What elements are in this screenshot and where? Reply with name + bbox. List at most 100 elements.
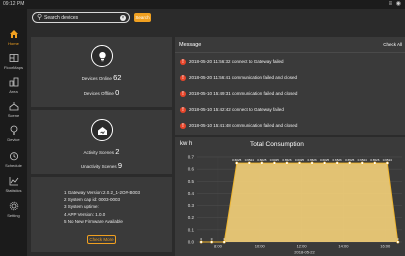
sidebar-item-home[interactable]: Home bbox=[0, 29, 27, 51]
sidebar-item-label: Home bbox=[8, 41, 19, 46]
system-info-line: 4 APP Version: 1.0.0 bbox=[64, 211, 106, 217]
data-label: 0.6526 bbox=[282, 158, 292, 162]
x-tick-label: 12:00 bbox=[297, 244, 308, 249]
data-point bbox=[199, 240, 203, 244]
system-info-line: 3 System uptime: bbox=[64, 204, 99, 210]
data-point bbox=[272, 161, 276, 165]
data-label: 0.6025 bbox=[320, 158, 330, 162]
data-label: 0.6025 bbox=[295, 158, 305, 162]
sidebar-item-label: FloorMaps bbox=[4, 65, 23, 70]
data-label: 0.6526 bbox=[370, 158, 380, 162]
data-point bbox=[235, 161, 239, 165]
devices-offline: Devices Offline 0 bbox=[31, 88, 172, 97]
data-label: 0.6025 bbox=[232, 158, 242, 162]
data-label: 0.6526 bbox=[333, 158, 343, 162]
data-label: 0 bbox=[211, 237, 213, 241]
sidebar: Home FloorMaps Area Scene Device Schedul… bbox=[0, 9, 27, 256]
sidebar-item-label: Setting bbox=[7, 213, 20, 218]
check-all-link[interactable]: Check All bbox=[383, 42, 402, 47]
sidebar-item-label: Scene bbox=[7, 113, 20, 118]
data-label: 0 bbox=[397, 237, 399, 241]
x-tick-label: 14:00 bbox=[338, 244, 349, 249]
search-input[interactable] bbox=[44, 14, 114, 22]
sidebar-item-label: Device bbox=[7, 137, 20, 142]
devices-offline-count: 0 bbox=[115, 88, 120, 97]
clear-icon[interactable]: × bbox=[120, 15, 126, 21]
y-tick-label: 0.0 bbox=[188, 240, 195, 245]
data-point bbox=[360, 161, 364, 165]
data-label: 0.6025 bbox=[257, 158, 267, 162]
data-label: 0 bbox=[200, 237, 202, 241]
consumption-chart: 0.0 0.1 0.2 0.3 0.4 0.5 0.6 0.7 8:00 10:00 12:00 14… bbox=[188, 155, 402, 255]
sidebar-item-statistics[interactable]: Statistics bbox=[0, 176, 27, 198]
search-icon: ⚲ bbox=[37, 14, 43, 21]
x-tick-label: 16:00 bbox=[380, 244, 391, 249]
data-label: 0.6525 bbox=[345, 158, 355, 162]
sidebar-item-area[interactable]: Area bbox=[0, 77, 27, 99]
consumption-chart-panel: kw h Total Consumption 0.0 0.1 0.2 0.3 0.4 0.… bbox=[175, 137, 405, 256]
data-point bbox=[260, 161, 264, 165]
x-tick-label: 10:00 bbox=[255, 244, 266, 249]
alert-icon: ! bbox=[180, 107, 186, 113]
data-point bbox=[222, 240, 226, 244]
sidebar-item-label: Area bbox=[9, 89, 18, 94]
message-text: 2018-05-20 11:56:32 connect to Gateway f… bbox=[189, 59, 284, 64]
alert-icon: ! bbox=[180, 59, 186, 65]
scene-icon bbox=[91, 119, 113, 141]
devices-online: Devices Online 62 bbox=[31, 73, 172, 82]
data-label: 0.6025 bbox=[270, 158, 280, 162]
x-tick-label: 8:00 bbox=[214, 244, 223, 249]
data-point bbox=[335, 161, 339, 165]
devices-online-label: Devices Online bbox=[81, 76, 112, 81]
message-text: 2018-05-10 15:41:48 communication failed… bbox=[189, 123, 298, 128]
x-axis-label: 2018-05-22 bbox=[294, 250, 315, 255]
data-point bbox=[348, 161, 352, 165]
sidebar-item-setting[interactable]: Setting bbox=[0, 201, 27, 223]
y-tick-label: 0.6 bbox=[188, 167, 195, 172]
data-label: 0.6524 bbox=[245, 158, 255, 162]
check-more-button[interactable]: Check More bbox=[87, 235, 116, 244]
floormaps-icon bbox=[0, 53, 27, 65]
message-title: Message bbox=[179, 42, 202, 48]
alert-icon: ! bbox=[180, 75, 186, 81]
area-icon bbox=[0, 77, 27, 89]
activity-scenes: Activity Scenes 2 bbox=[31, 147, 172, 156]
unactivity-scenes-label: Unactivity Scenes bbox=[80, 164, 117, 169]
home-icon bbox=[0, 29, 27, 41]
sidebar-item-schedule[interactable]: Schedule bbox=[0, 151, 27, 173]
sidebar-item-floormaps[interactable]: FloorMaps bbox=[0, 53, 27, 75]
data-point bbox=[210, 240, 214, 244]
data-label: 0.6524 bbox=[383, 158, 393, 162]
y-tick-label: 0.4 bbox=[188, 191, 195, 196]
unactivity-scenes: Unactivity Scenes 9 bbox=[31, 161, 172, 170]
data-point bbox=[297, 161, 302, 165]
devices-online-count: 62 bbox=[113, 73, 122, 82]
message-text: 2018-05-10 15:42:42 connect to Gateway f… bbox=[189, 107, 284, 112]
data-point bbox=[385, 161, 389, 165]
message-text: 2018-05-20 11:56:41 communication failed… bbox=[189, 75, 297, 80]
sidebar-item-device[interactable]: Device bbox=[0, 125, 27, 147]
system-info-line: 5 No New Firmware Available bbox=[64, 218, 123, 224]
status-time: 09:12 PM bbox=[3, 1, 25, 7]
alert-icon: ! bbox=[180, 91, 186, 97]
scene-icon bbox=[0, 101, 27, 113]
devices-offline-label: Devices Offline bbox=[83, 91, 114, 96]
data-point bbox=[396, 240, 400, 244]
statistics-icon bbox=[0, 176, 27, 188]
sidebar-item-label: Statistics bbox=[5, 188, 22, 193]
sidebar-item-label: Schedule bbox=[5, 163, 22, 168]
devices-card: Devices Online 62 Devices Offline 0 bbox=[31, 37, 172, 107]
y-tick-label: 0.2 bbox=[188, 215, 195, 220]
bulb-icon bbox=[91, 45, 113, 67]
search-box: ⚲ × bbox=[32, 12, 130, 23]
system-info-line: 2 System cap id: 0003-0003 bbox=[64, 197, 121, 203]
y-tick-label: 0.1 bbox=[188, 227, 195, 232]
schedule-icon bbox=[0, 151, 27, 163]
data-point bbox=[247, 161, 251, 165]
alert-icon: ! bbox=[180, 123, 186, 129]
data-label: 0.6524 bbox=[358, 158, 368, 162]
data-point bbox=[310, 161, 314, 165]
y-tick-label: 0.3 bbox=[188, 203, 195, 208]
search-button[interactable]: Search bbox=[134, 13, 151, 22]
sidebar-item-scene[interactable]: Scene bbox=[0, 101, 27, 123]
